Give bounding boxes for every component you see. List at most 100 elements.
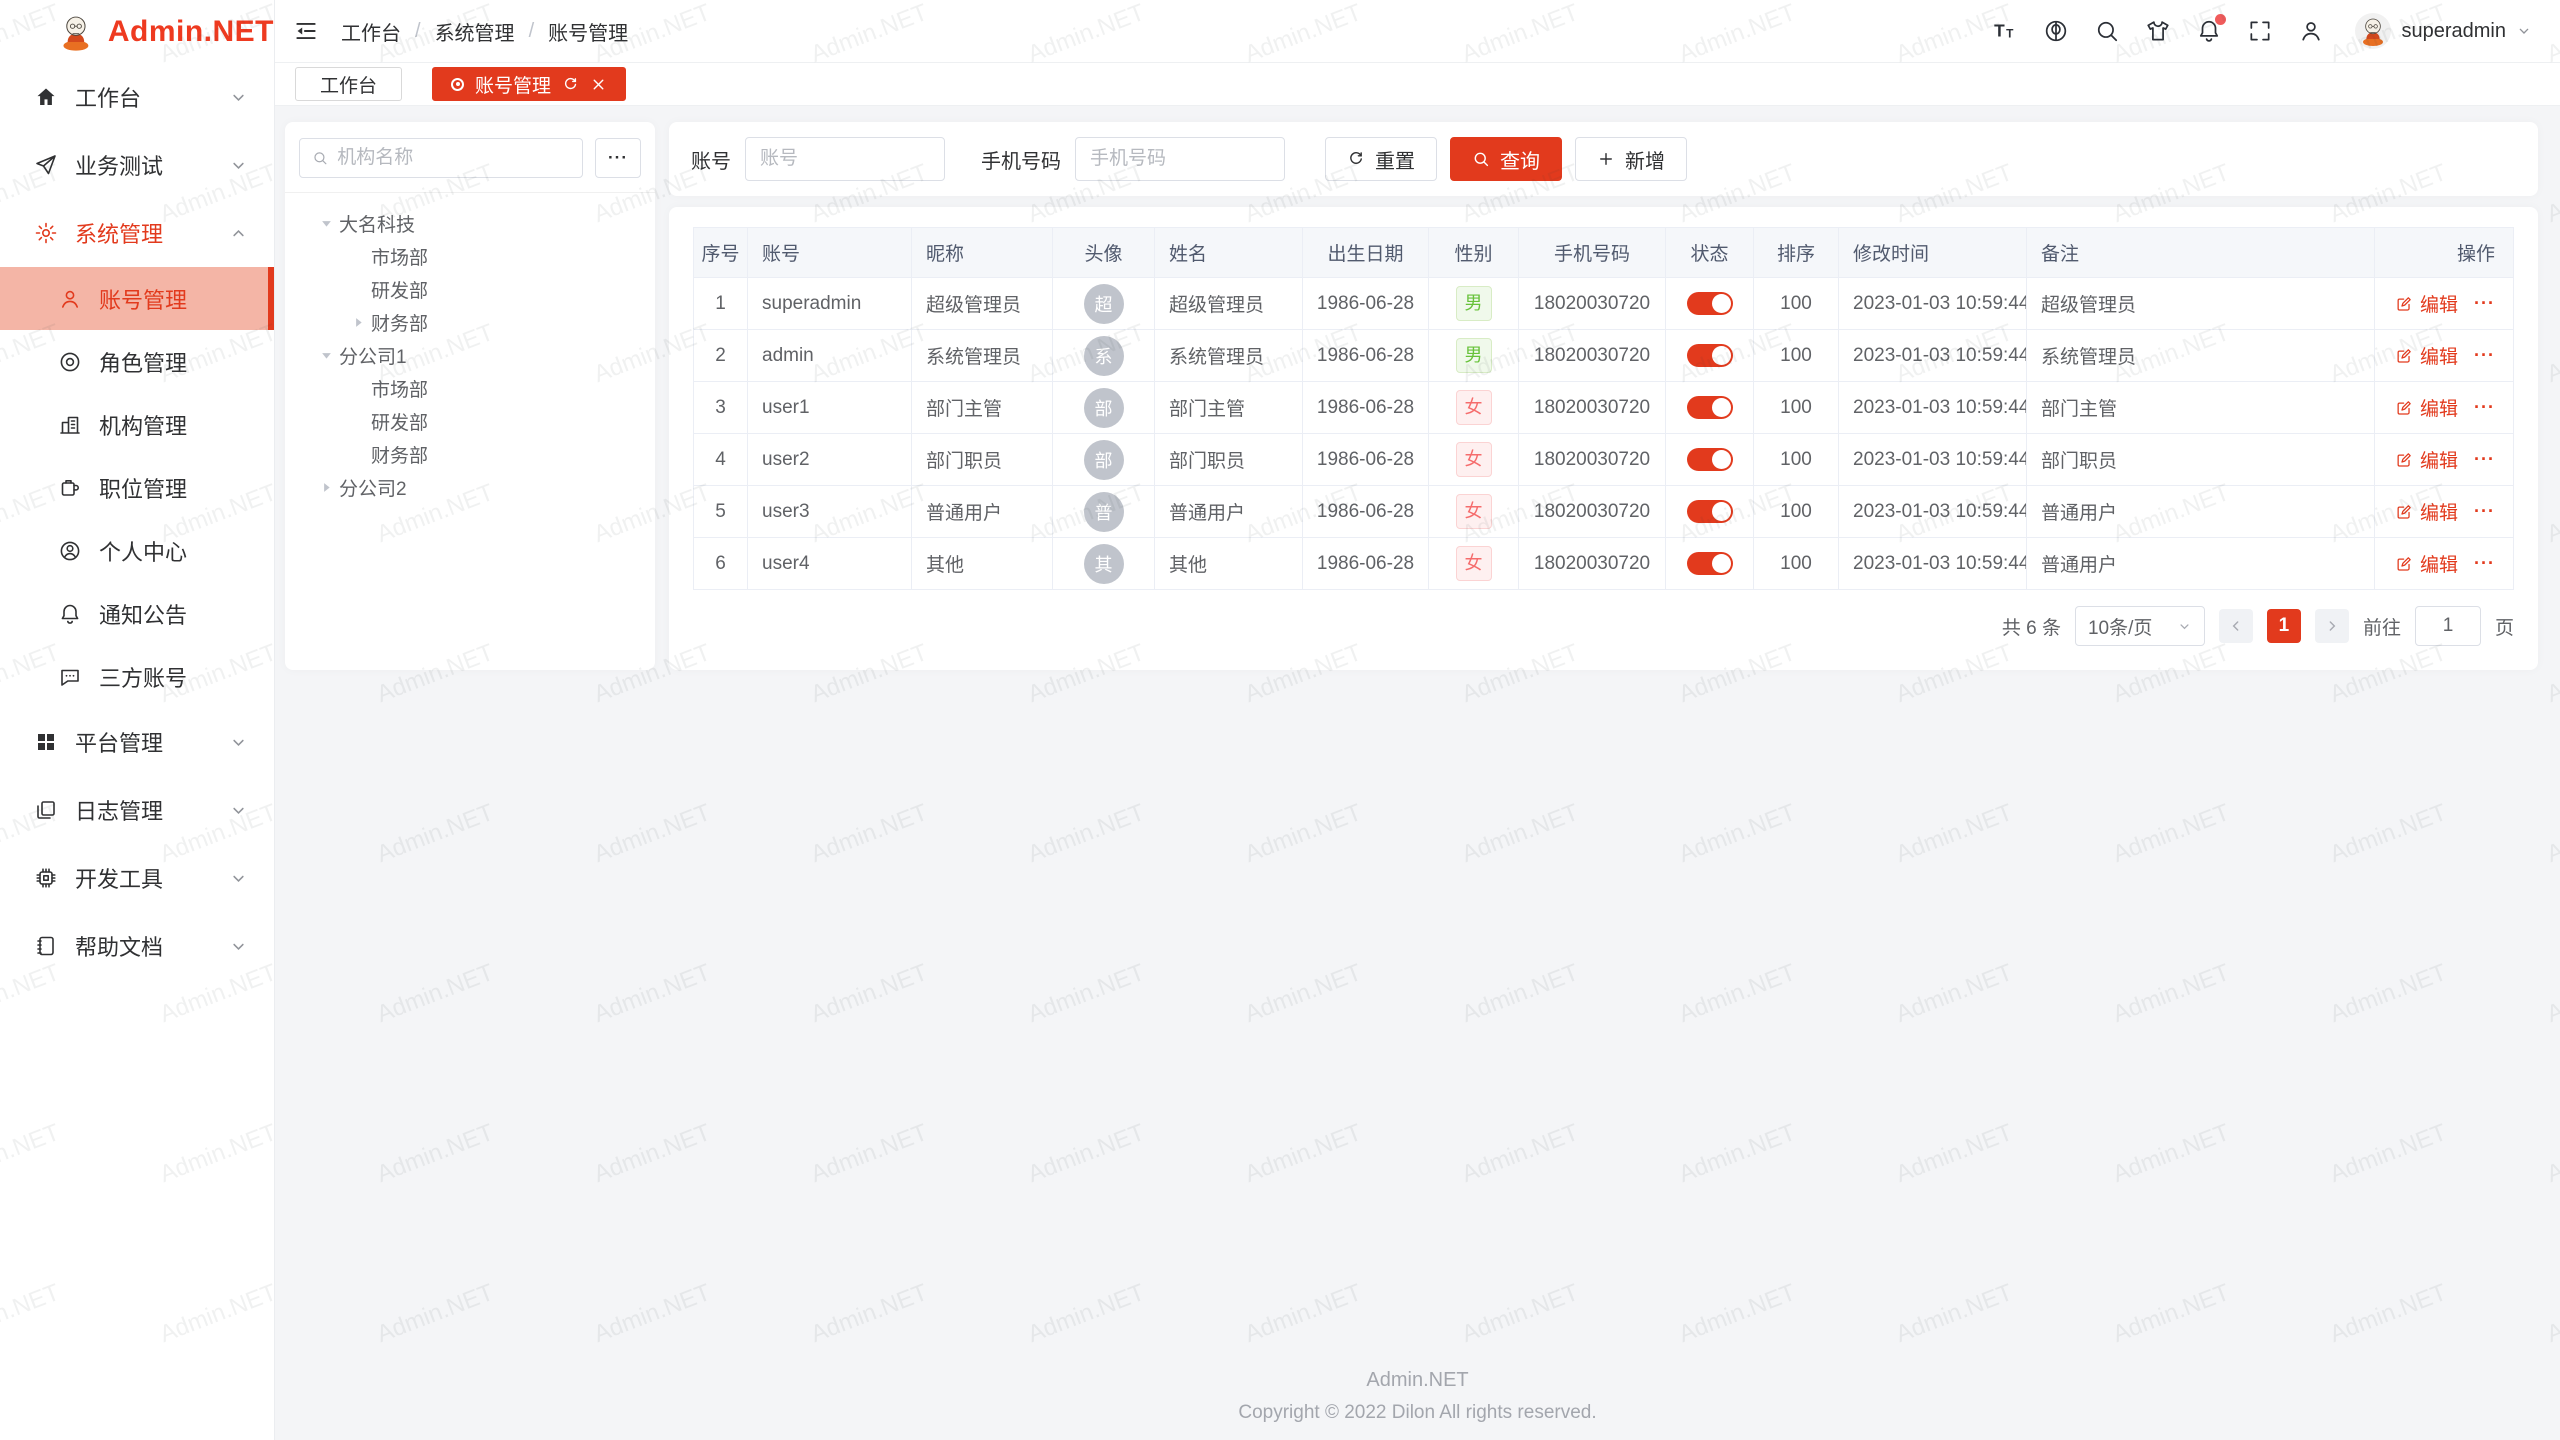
tree-node-3[interactable]: 财务部 [295,306,645,339]
tree-node-2[interactable]: 研发部 [295,273,645,306]
sidebar-item-6[interactable]: 帮助文档 [0,912,274,980]
column-header-1: 账号 [748,228,912,278]
cell-remark: 部门职员 [2027,434,2375,486]
language-icon[interactable] [2043,18,2069,44]
avatar: 其 [1084,544,1124,584]
prev-page-button[interactable] [2219,609,2253,643]
edit-button[interactable]: 编辑 [2395,290,2458,317]
caret-collapsed-icon[interactable] [349,313,368,332]
cell-gender: 女 [1429,486,1519,538]
row-more-button[interactable]: ··· [2474,501,2495,522]
theme-icon[interactable] [2145,18,2171,44]
sidebar-subitem-2[interactable]: 机构管理 [0,393,274,456]
reset-button[interactable]: 重置 [1325,137,1437,181]
tab-close-icon[interactable] [590,76,607,93]
breadcrumb-item-account[interactable]: 账号管理 [548,17,628,46]
row-more-button[interactable]: ··· [2474,449,2495,470]
status-toggle[interactable] [1687,344,1733,367]
page-size-select[interactable]: 10条/页 [2075,606,2205,646]
edit-button[interactable]: 编辑 [2395,498,2458,525]
next-page-button[interactable] [2315,609,2349,643]
sidebar-item-3[interactable]: 平台管理 [0,708,274,776]
tree-node-7[interactable]: 财务部 [295,438,645,471]
page-number-button[interactable]: 1 [2267,609,2301,643]
sidebar-item-4[interactable]: 日志管理 [0,776,274,844]
fold-menu-icon[interactable] [293,18,319,44]
breadcrumb-item-system[interactable]: 系统管理 [435,17,515,46]
edit-button[interactable]: 编辑 [2395,394,2458,421]
caret-placeholder [349,247,368,266]
sidebar-subitem-0[interactable]: 账号管理 [0,267,274,330]
cell-actions: 编辑 ··· [2375,278,2514,330]
gender-badge: 女 [1456,546,1492,581]
cell-avatar: 系 [1053,330,1155,382]
cell-actions: 编辑 ··· [2375,382,2514,434]
cell-account: user4 [748,538,912,590]
cell-name: 超级管理员 [1155,278,1303,330]
status-toggle[interactable] [1687,552,1733,575]
caret-expanded-icon[interactable] [317,214,336,233]
sidebar-item-5[interactable]: 开发工具 [0,844,274,912]
goto-page-input[interactable] [2415,606,2481,646]
org-search-input[interactable] [337,147,570,169]
user-outline-icon[interactable] [2298,18,2324,44]
row-more-button[interactable]: ··· [2474,397,2495,418]
sidebar-subitem-4[interactable]: 个人中心 [0,519,274,582]
phone-filter-input[interactable] [1075,137,1285,181]
tree-node-4[interactable]: 分公司1 [295,339,645,372]
avatar: 部 [1084,440,1124,480]
sidebar-subitem-1[interactable]: 角色管理 [0,330,274,393]
tree-node-1[interactable]: 市场部 [295,240,645,273]
status-toggle[interactable] [1687,396,1733,419]
tree-node-6[interactable]: 研发部 [295,405,645,438]
sidebar-item-2[interactable]: 系统管理 [0,199,274,267]
row-more-button[interactable]: ··· [2474,345,2495,366]
edit-button[interactable]: 编辑 [2395,446,2458,473]
sidebar-item-1[interactable]: 业务测试 [0,131,274,199]
tree-node-label: 研发部 [371,408,428,435]
caret-expanded-icon[interactable] [317,346,336,365]
edit-button[interactable]: 编辑 [2395,550,2458,577]
sidebar-subitem-5[interactable]: 通知公告 [0,582,274,645]
status-toggle[interactable] [1687,448,1733,471]
tab-workbench[interactable]: 工作台 [295,67,402,101]
account-filter-input[interactable] [745,137,945,181]
search-icon [1472,150,1490,168]
sidebar-subitem-6[interactable]: 三方账号 [0,645,274,708]
search-icon[interactable] [2094,18,2120,44]
query-button[interactable]: 查询 [1450,137,1562,181]
edit-button[interactable]: 编辑 [2395,342,2458,369]
logo-mascot-icon [56,11,96,53]
fullscreen-icon[interactable] [2247,18,2273,44]
user-icon [58,287,82,311]
gender-badge: 女 [1456,494,1492,529]
sidebar-item-0[interactable]: 工作台 [0,63,274,131]
user-menu[interactable]: superadmin [2355,13,2532,49]
sidebar-submenu: 账号管理角色管理机构管理职位管理个人中心通知公告三方账号 [0,267,274,708]
tab-refresh-icon[interactable] [562,76,579,93]
filter-bar: 账号 手机号码 重置 查询 新增 [669,122,2538,196]
breadcrumb-item-workbench[interactable]: 工作台 [341,17,401,46]
caret-collapsed-icon[interactable] [317,478,336,497]
status-toggle[interactable] [1687,292,1733,315]
gender-badge: 女 [1456,390,1492,425]
tree-node-0[interactable]: 大名科技 [295,207,645,240]
tab-account-management[interactable]: 账号管理 [432,67,626,101]
tree-node-8[interactable]: 分公司2 [295,471,645,504]
tree-node-5[interactable]: 市场部 [295,372,645,405]
logo[interactable]: Admin.NET [0,0,274,63]
font-size-icon[interactable]: TT [1992,18,2018,44]
org-more-button[interactable]: ··· [595,138,641,178]
add-button[interactable]: 新增 [1575,137,1687,181]
row-more-button[interactable]: ··· [2474,553,2495,574]
tree-node-label: 市场部 [371,375,428,402]
sidebar-subitem-3[interactable]: 职位管理 [0,456,274,519]
status-toggle[interactable] [1687,500,1733,523]
sidebar-item-label: 工作台 [75,81,141,113]
notification-bell-icon[interactable] [2196,18,2222,44]
cell-birth-date: 1986-06-28 [1303,538,1429,590]
row-more-button[interactable]: ··· [2474,293,2495,314]
cell-sort: 100 [1754,382,1839,434]
sidebar-item-label: 开发工具 [75,862,163,894]
cell-nickname: 部门主管 [912,382,1053,434]
